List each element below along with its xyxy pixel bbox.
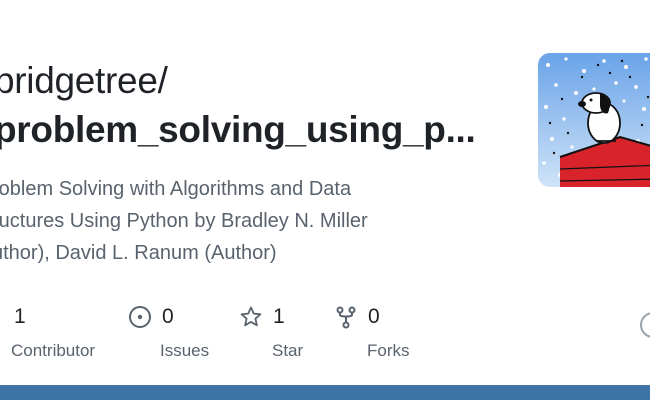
forks-label: Forks xyxy=(367,341,410,360)
issues-stat[interactable]: 0 Issues xyxy=(128,303,209,363)
fork-icon xyxy=(336,306,356,329)
stars-stat[interactable]: 1 Star xyxy=(239,303,303,363)
forks-count: 0 xyxy=(368,305,380,328)
forks-stat[interactable]: 0 Forks xyxy=(334,303,410,363)
issues-label: Issues xyxy=(160,341,210,360)
owner-avatar xyxy=(538,53,650,187)
description-line: roblem Solving with Algorithms and Data xyxy=(0,178,352,200)
people-icon xyxy=(0,305,4,329)
issues-count: 0 xyxy=(162,305,174,328)
contributors-label: Contributor xyxy=(11,341,96,360)
repo-name[interactable]: problem_solving_using_p... xyxy=(0,106,476,154)
repo-description: roblem Solving with Algorithms and Data … xyxy=(0,173,462,269)
description-line: ructures Using Python by Bradley N. Mill… xyxy=(0,210,368,232)
stars-label: Star xyxy=(272,341,304,360)
star-icon xyxy=(240,306,262,327)
repo-owner[interactable]: bridgetree/ xyxy=(0,58,168,104)
stars-count: 1 xyxy=(273,305,285,328)
contributors-count: 1 xyxy=(14,305,26,328)
language-bar xyxy=(0,385,650,400)
issue-icon xyxy=(129,306,151,328)
description-line: uthor), David L. Ranum (Author) xyxy=(0,242,277,264)
contributors-stat[interactable]: 1 Contributor xyxy=(0,303,95,363)
github-logo-icon xyxy=(640,312,650,338)
